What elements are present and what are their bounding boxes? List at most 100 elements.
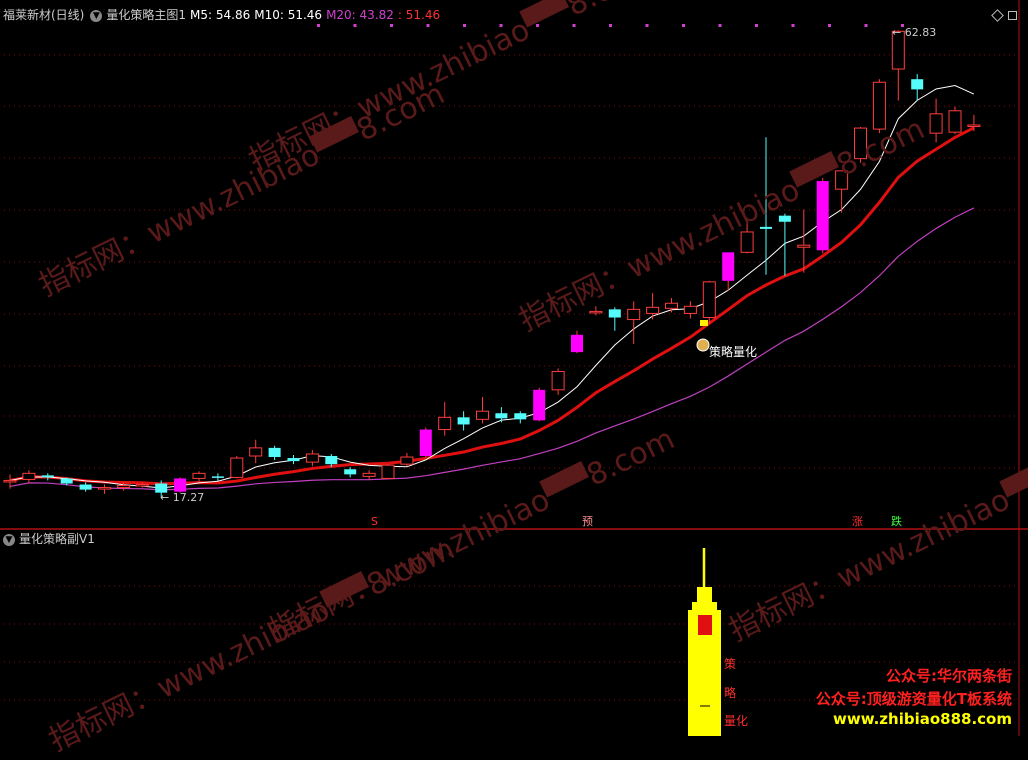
candle-body xyxy=(457,417,470,425)
candle[interactable] xyxy=(287,454,300,465)
candle-body xyxy=(60,478,73,484)
candle-body xyxy=(174,478,187,492)
signal-yu: 预 xyxy=(582,515,593,528)
low-price-label: ← 17.27 xyxy=(160,491,205,504)
top-dot xyxy=(463,24,466,27)
candle-body xyxy=(495,413,508,419)
candle[interactable] xyxy=(79,482,92,492)
candle[interactable] xyxy=(551,368,565,395)
candle-body xyxy=(589,310,603,314)
top-dot xyxy=(682,24,685,27)
ma5-value: M5: 54.86 xyxy=(190,8,251,22)
candle-body xyxy=(362,472,376,477)
candle[interactable] xyxy=(3,474,17,489)
candle[interactable] xyxy=(608,307,621,331)
candle[interactable] xyxy=(891,30,905,101)
signal-zhang: 涨 xyxy=(852,515,863,528)
candle[interactable] xyxy=(646,293,660,320)
candle[interactable] xyxy=(683,301,697,319)
candle-body xyxy=(116,485,130,489)
candle-body xyxy=(192,472,206,479)
candle-body xyxy=(249,447,263,457)
candle-body xyxy=(514,413,527,420)
candle[interactable] xyxy=(911,74,924,101)
candle-body xyxy=(381,464,395,479)
candle[interactable] xyxy=(778,213,791,276)
candle-body xyxy=(419,429,432,457)
stock-chart[interactable] xyxy=(0,0,1028,736)
candle-body xyxy=(230,457,244,478)
candle[interactable] xyxy=(400,452,414,467)
candle[interactable] xyxy=(533,387,546,422)
promo-line-2: 公众号:顶级游资量化T板系统 xyxy=(815,690,1012,708)
strategy-label: 策略量化 xyxy=(709,345,758,359)
chevron-down-icon[interactable]: ▼ xyxy=(90,9,103,22)
candle[interactable] xyxy=(929,98,943,143)
top-dot xyxy=(645,24,649,27)
promo-line-3: www.zhibiao888.com xyxy=(832,710,1012,728)
candle[interactable] xyxy=(249,439,263,464)
candle[interactable] xyxy=(344,467,357,478)
candle-body xyxy=(608,309,621,318)
indicator-name[interactable]: 量化策略主图1 xyxy=(106,8,186,22)
candle-body xyxy=(438,416,452,431)
top-dot xyxy=(390,24,393,27)
ma10-value: M10: 51.46 xyxy=(254,8,323,22)
main-header: 福莱新材(日线) ▼ 量化策略主图1 M5: 54.86 M10: 51.46 M20: … xyxy=(0,6,444,24)
candle[interactable] xyxy=(230,456,244,479)
candle[interactable] xyxy=(722,252,735,292)
strategy-coin-icon xyxy=(696,338,710,352)
candle[interactable] xyxy=(419,427,432,458)
candle[interactable] xyxy=(192,471,206,482)
candle[interactable] xyxy=(305,449,319,467)
candle-body xyxy=(211,476,224,478)
candle-body xyxy=(98,487,111,490)
candle[interactable] xyxy=(22,470,36,484)
candle-body xyxy=(287,458,300,462)
top-dot xyxy=(828,24,831,27)
promo-line-1: 公众号:华尔两条街 xyxy=(886,667,1012,685)
candle[interactable] xyxy=(948,106,962,135)
top-dot xyxy=(426,24,430,27)
candle[interactable] xyxy=(571,330,583,354)
candle[interactable] xyxy=(268,445,281,461)
chart-annotations xyxy=(696,320,710,352)
high-price-value: 62.83 xyxy=(904,26,937,39)
candle[interactable] xyxy=(362,470,376,480)
square-icon[interactable] xyxy=(1008,11,1017,20)
top-dot xyxy=(609,24,612,27)
candle-body xyxy=(41,475,54,478)
candle-body xyxy=(683,305,697,314)
candle-body xyxy=(533,389,546,421)
candle-body xyxy=(760,226,772,229)
candle-body xyxy=(722,252,735,281)
candle[interactable] xyxy=(665,298,678,313)
candle-body xyxy=(551,370,565,391)
stock-title: 福莱新材(日线) xyxy=(3,8,85,22)
signal-marker xyxy=(700,320,708,326)
candle-body xyxy=(967,124,981,128)
candle[interactable] xyxy=(438,402,452,436)
candle[interactable] xyxy=(514,411,527,424)
candle-body xyxy=(400,456,414,465)
candle[interactable] xyxy=(627,301,641,344)
candle[interactable] xyxy=(381,464,395,480)
candle-body xyxy=(135,484,149,487)
candle-body xyxy=(305,453,319,463)
candle[interactable] xyxy=(457,411,470,431)
chevron-down-icon[interactable]: ▼ xyxy=(3,533,15,546)
sub-indicator-name[interactable]: 量化策略副V1 xyxy=(19,532,95,546)
candle[interactable] xyxy=(98,484,111,494)
candle-body xyxy=(3,479,17,483)
candle[interactable] xyxy=(476,396,489,424)
ma20-extra: : 51.46 xyxy=(397,8,441,22)
top-dot xyxy=(864,24,868,27)
candle[interactable] xyxy=(702,280,716,324)
candle-body xyxy=(665,302,678,309)
candle[interactable] xyxy=(41,473,54,481)
candlesticks[interactable] xyxy=(3,30,981,497)
top-dot xyxy=(718,24,722,27)
candle[interactable] xyxy=(797,209,811,273)
tower-top xyxy=(697,587,712,603)
sub-vertical-1: 策 xyxy=(724,657,737,671)
